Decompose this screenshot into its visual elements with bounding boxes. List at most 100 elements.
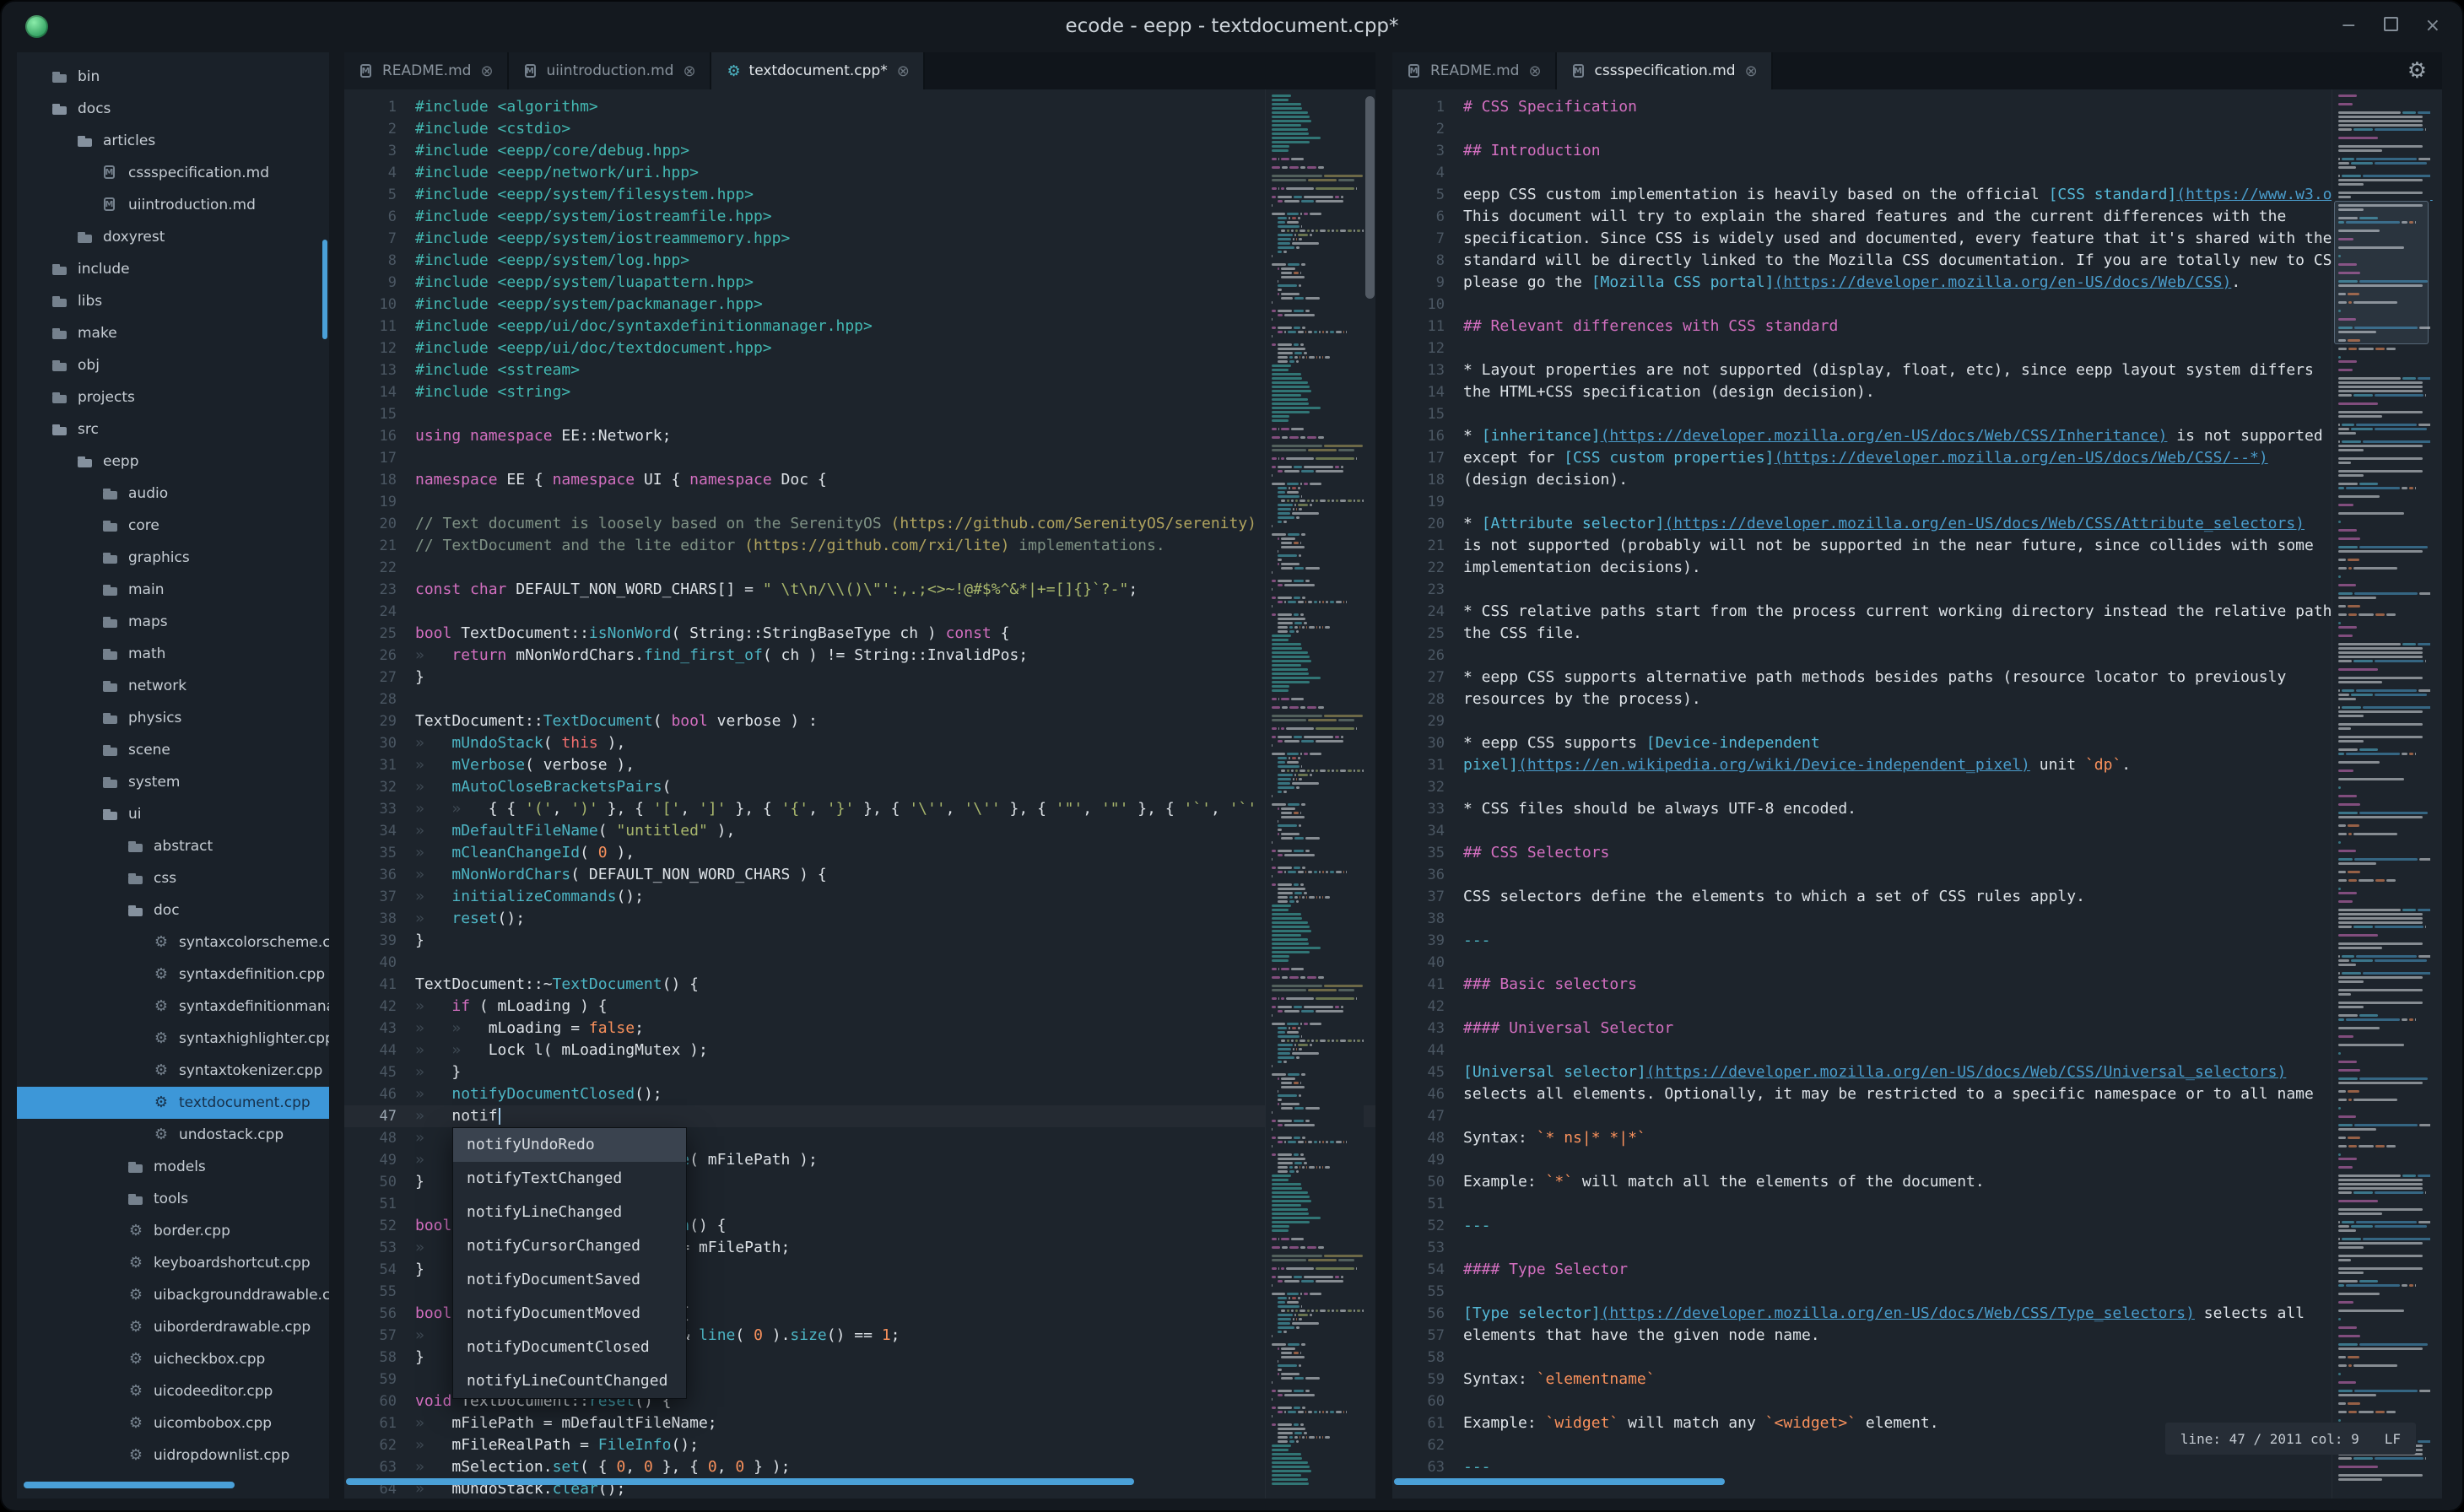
tab-close-icon[interactable]: ⊗ [480, 62, 493, 80]
tree-item-main[interactable]: main [17, 574, 329, 606]
tree-item-uiborderdrawable.cpp[interactable]: uiborderdrawable.cpp [17, 1311, 329, 1343]
tree-item-libs[interactable]: libs [17, 285, 329, 317]
code-line[interactable]: 8standard will be directly linked to the… [1392, 250, 2442, 272]
tree-item-uicombobox.cpp[interactable]: uicombobox.cpp [17, 1407, 329, 1439]
code-line[interactable]: 42 [1392, 996, 2442, 1018]
maximize-icon[interactable] [2384, 17, 2398, 35]
code-line[interactable]: 6#include <eepp/system/iostreamfile.hpp> [344, 206, 1375, 228]
tab-README.md[interactable]: README.md⊗ [344, 52, 509, 89]
line-ending-indicator[interactable]: LF [2385, 1431, 2401, 1447]
tree-item-graphics[interactable]: graphics [17, 542, 329, 574]
code-line[interactable]: 36 [1392, 864, 2442, 886]
sidebar-horizontal-scrollbar[interactable] [24, 1482, 235, 1488]
tree-item-models[interactable]: models [17, 1151, 329, 1183]
tree-item-css[interactable]: css [17, 862, 329, 894]
code-line[interactable]: 11#include <eepp/ui/doc/syntaxdefinition… [344, 316, 1375, 338]
code-line[interactable]: 45» } [344, 1061, 1375, 1083]
autocomplete-item[interactable]: notifyDocumentSaved [453, 1263, 686, 1297]
code-line[interactable]: 39--- [1392, 930, 2442, 952]
code-line[interactable]: 42» if ( mLoading ) { [344, 996, 1375, 1018]
code-line[interactable]: 16using namespace EE::Network; [344, 425, 1375, 447]
tree-item-textdocument.cpp[interactable]: textdocument.cpp [17, 1087, 329, 1119]
autocomplete-item[interactable]: notifyTextChanged [453, 1162, 686, 1196]
tab-textdocument.cpp*[interactable]: textdocument.cpp*⊗ [711, 52, 925, 89]
code-line[interactable]: 33* CSS files should be always UTF-8 enc… [1392, 798, 2442, 820]
code-line[interactable]: 54#### Type Selector [1392, 1259, 2442, 1281]
tab-close-icon[interactable]: ⊗ [897, 62, 910, 80]
code-line[interactable]: 19 [344, 491, 1375, 513]
code-line[interactable]: 41TextDocument::~TextDocument() { [344, 974, 1375, 996]
code-line[interactable]: 12#include <eepp/ui/doc/textdocument.hpp… [344, 338, 1375, 359]
tree-item-make[interactable]: make [17, 317, 329, 349]
code-editor-left[interactable]: 1#include <algorithm>2#include <cstdio>3… [344, 89, 1375, 1498]
code-line[interactable]: 29 [1392, 710, 2442, 732]
code-line[interactable]: 14the HTML+CSS specification (design dec… [1392, 381, 2442, 403]
code-line[interactable]: 26 [1392, 645, 2442, 667]
tree-item-obj[interactable]: obj [17, 349, 329, 381]
minimap-right[interactable] [2332, 89, 2430, 1498]
code-line[interactable]: 27* eepp CSS supports alternative path m… [1392, 667, 2442, 688]
tab-cssspecification.md[interactable]: cssspecification.md⊗ [1557, 52, 1773, 89]
code-line[interactable]: 39} [344, 930, 1375, 952]
code-line[interactable]: 1#include <algorithm> [344, 96, 1375, 118]
tree-item-keyboardshortcut.cpp[interactable]: keyboardshortcut.cpp [17, 1247, 329, 1279]
code-line[interactable]: 8#include <eepp/system/log.hpp> [344, 250, 1375, 272]
minimap-left[interactable] [1265, 89, 1364, 1498]
tree-item-eepp[interactable]: eepp [17, 446, 329, 478]
tree-item-maps[interactable]: maps [17, 606, 329, 638]
code-line[interactable]: 30* eepp CSS supports [Device-independen… [1392, 732, 2442, 754]
tree-item-uibackgrounddrawable.cpp[interactable]: uibackgrounddrawable.cpp [17, 1279, 329, 1311]
code-line[interactable]: 38» reset(); [344, 908, 1375, 930]
code-line[interactable]: 63» mSelection.set( { 0, 0 }, { 0, 0 } )… [344, 1456, 1375, 1478]
code-line[interactable]: 44» » Lock l( mLoadingMutex ); [344, 1040, 1375, 1061]
tree-item-docs[interactable]: docs [17, 93, 329, 125]
code-line[interactable]: 7specification. Since CSS is widely used… [1392, 228, 2442, 250]
autocomplete-item[interactable]: notifyCursorChanged [453, 1229, 686, 1263]
code-line[interactable]: 3#include <eepp/core/debug.hpp> [344, 140, 1375, 162]
code-line[interactable]: 57elements that have the given node name… [1392, 1325, 2442, 1347]
code-line[interactable]: 24 [344, 601, 1375, 623]
cursor-position[interactable]: line: 47 / 2011 col: 9 [2180, 1431, 2359, 1447]
code-line[interactable]: 63--- [1392, 1456, 2442, 1478]
code-line[interactable]: 18(design decision). [1392, 469, 2442, 491]
code-line[interactable]: 10 [1392, 294, 2442, 316]
code-line[interactable]: 17except for [CSS custom properties](htt… [1392, 447, 2442, 469]
code-line[interactable]: 5#include <eepp/system/filesystem.hpp> [344, 184, 1375, 206]
code-line[interactable]: 38 [1392, 908, 2442, 930]
tree-item-physics[interactable]: physics [17, 702, 329, 734]
code-line[interactable]: 10#include <eepp/system/packmanager.hpp> [344, 294, 1375, 316]
tree-item-math[interactable]: math [17, 638, 329, 670]
tree-item-cssspecification.md[interactable]: cssspecification.md [17, 157, 329, 189]
code-line[interactable]: 2 [1392, 118, 2442, 140]
autocomplete-item[interactable]: notifyLineCountChanged [453, 1364, 686, 1398]
tab-close-icon[interactable]: ⊗ [683, 62, 695, 80]
code-line[interactable]: 13* Layout properties are not supported … [1392, 359, 2442, 381]
code-line[interactable]: 35## CSS Selectors [1392, 842, 2442, 864]
code-line[interactable]: 60 [1392, 1390, 2442, 1412]
tree-item-uicheckbox.cpp[interactable]: uicheckbox.cpp [17, 1343, 329, 1375]
code-line[interactable]: 47» notif [344, 1105, 1375, 1127]
code-line[interactable]: 19 [1392, 491, 2442, 513]
code-line[interactable]: 17 [344, 447, 1375, 469]
code-line[interactable]: 40 [344, 952, 1375, 974]
code-line[interactable]: 1# CSS Specification [1392, 96, 2442, 118]
code-line[interactable]: 22implementation decisions). [1392, 557, 2442, 579]
code-line[interactable]: 55 [1392, 1281, 2442, 1303]
autocomplete-item[interactable]: notifyDocumentMoved [453, 1297, 686, 1331]
code-line[interactable]: 50Example: `*` will match all the elemen… [1392, 1171, 2442, 1193]
tree-item-syntaxdefinition.cpp[interactable]: syntaxdefinition.cpp [17, 958, 329, 991]
code-line[interactable]: 6This document will try to explain the s… [1392, 206, 2442, 228]
close-icon[interactable]: × [2425, 17, 2440, 35]
code-line[interactable]: 12 [1392, 338, 2442, 359]
code-line[interactable]: 37» initializeCommands(); [344, 886, 1375, 908]
code-line[interactable]: 52--- [1392, 1215, 2442, 1237]
code-line[interactable]: 23 [1392, 579, 2442, 601]
code-line[interactable]: 18namespace EE { namespace UI { namespac… [344, 469, 1375, 491]
code-line[interactable]: 40 [1392, 952, 2442, 974]
code-line[interactable]: 51 [1392, 1193, 2442, 1215]
code-line[interactable]: 20* [Attribute selector](https://develop… [1392, 513, 2442, 535]
code-line[interactable]: 62» mFileRealPath = FileInfo(); [344, 1434, 1375, 1456]
code-line[interactable]: 4#include <eepp/network/uri.hpp> [344, 162, 1375, 184]
code-line[interactable]: 13#include <sstream> [344, 359, 1375, 381]
tree-item-syntaxtokenizer.cpp[interactable]: syntaxtokenizer.cpp [17, 1055, 329, 1087]
